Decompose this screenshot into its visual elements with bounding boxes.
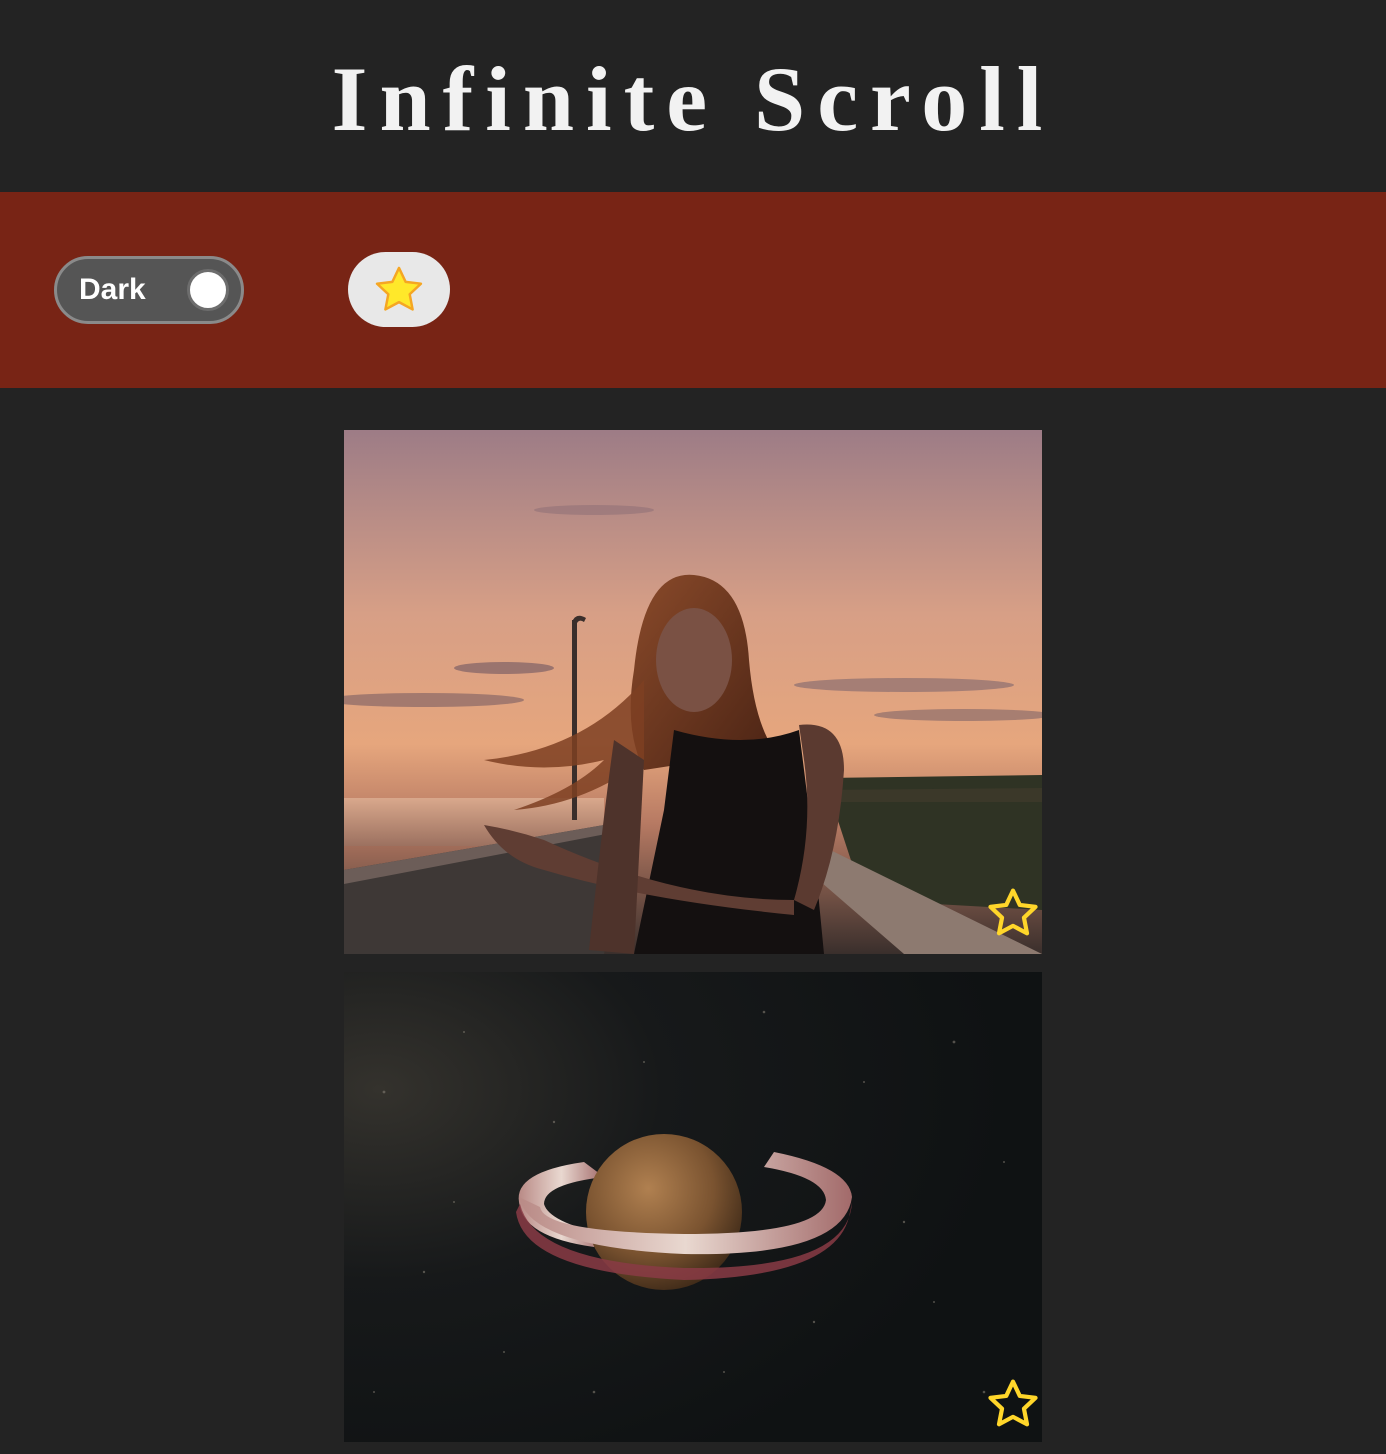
photo-woman-sunset <box>344 430 1042 954</box>
star-outline-icon <box>988 888 1038 936</box>
theme-toggle-label: Dark <box>79 273 146 306</box>
toggle-knob <box>187 269 229 311</box>
photo-card <box>344 430 1042 954</box>
page-title: Infinite Scroll <box>331 48 1055 150</box>
page-header: Infinite Scroll <box>0 0 1386 192</box>
star-outline-icon <box>988 1379 1038 1427</box>
photo-card <box>344 972 1042 1442</box>
favorites-filter-button[interactable] <box>348 252 450 327</box>
photo-food-planet <box>344 972 1042 1442</box>
favorite-button[interactable] <box>985 1376 1041 1432</box>
theme-toggle[interactable]: Dark <box>54 256 244 324</box>
star-filled-icon <box>375 266 423 311</box>
favorite-button[interactable] <box>985 885 1041 941</box>
